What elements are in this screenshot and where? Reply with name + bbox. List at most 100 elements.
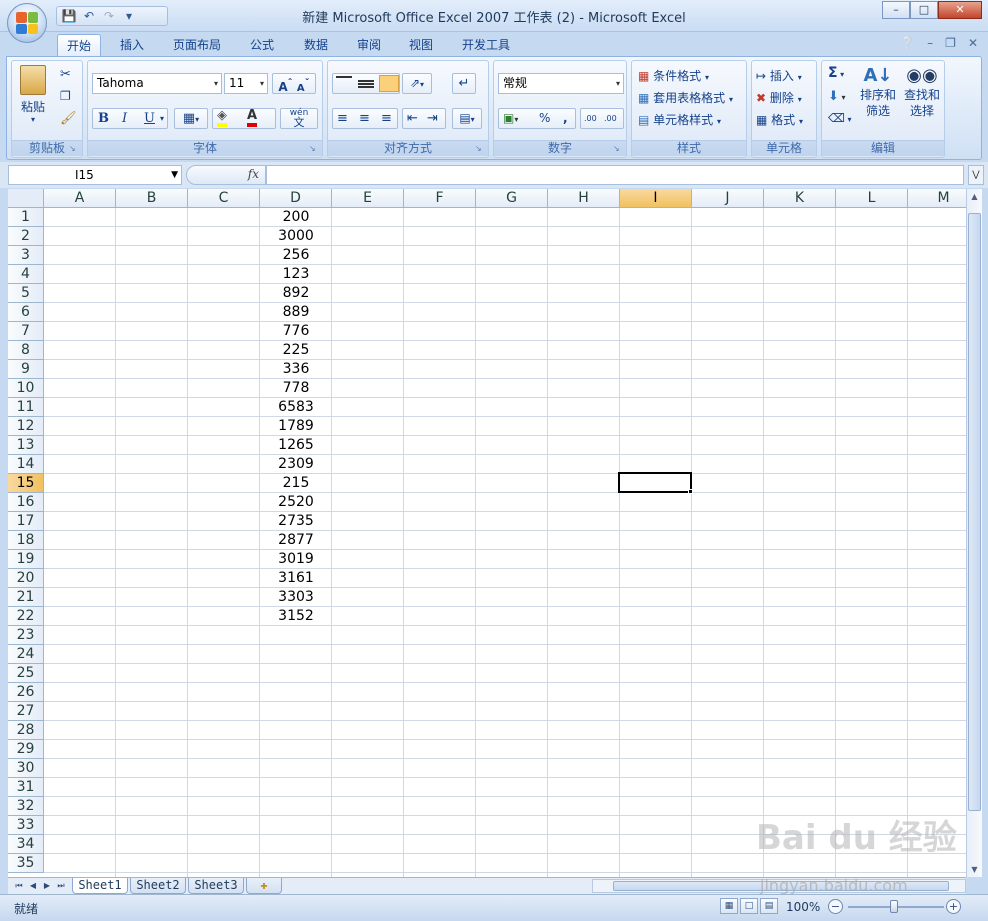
column-header[interactable]: C	[188, 189, 260, 208]
sheet-tab-sheet1[interactable]: Sheet1	[72, 878, 128, 894]
alignment-launcher-icon[interactable]: ↘	[475, 144, 485, 154]
cut-icon[interactable]: ✂	[60, 67, 71, 82]
zoom-in-icon[interactable]: +	[946, 899, 961, 914]
cell-d5[interactable]: 892	[260, 284, 332, 303]
format-cells-button[interactable]: ▦ 格式 ▾	[756, 111, 803, 128]
office-button[interactable]	[7, 3, 47, 43]
row-header[interactable]: 17	[8, 512, 44, 531]
row-header[interactable]: 19	[8, 550, 44, 569]
row-header[interactable]: 12	[8, 417, 44, 436]
underline-button[interactable]: U	[144, 109, 155, 128]
cell-d6[interactable]: 889	[260, 303, 332, 322]
font-launcher-icon[interactable]: ↘	[309, 144, 319, 154]
insert-sheet-icon[interactable]: ✚	[246, 878, 282, 894]
cell-d8[interactable]: 225	[260, 341, 332, 360]
shrink-font-icon[interactable]: A	[297, 83, 305, 94]
align-left-icon[interactable]: ≡	[337, 109, 348, 128]
cell-d14[interactable]: 2309	[260, 455, 332, 474]
cell-d15[interactable]: 215	[260, 474, 332, 493]
comma-style-button[interactable]: ,	[563, 109, 568, 128]
row-header[interactable]: 6	[8, 303, 44, 322]
borders-button[interactable]: ▦▾	[174, 108, 208, 129]
accounting-format-icon[interactable]: ▣▾	[503, 109, 518, 129]
scroll-down-icon[interactable]: ▼	[967, 862, 982, 877]
increase-decimal-icon[interactable]: .00	[584, 109, 597, 128]
cell-d12[interactable]: 1789	[260, 417, 332, 436]
normal-view-icon[interactable]: ▦	[720, 898, 738, 914]
font-size-select[interactable]: 11 ▾	[224, 73, 268, 94]
dialog-launcher-icon[interactable]: ↘	[69, 144, 79, 154]
row-header[interactable]: 15	[8, 474, 44, 493]
cell-d10[interactable]: 778	[260, 379, 332, 398]
last-sheet-icon[interactable]: ⏭	[54, 879, 68, 893]
row-header[interactable]: 30	[8, 759, 44, 778]
sort-filter-button[interactable]: A↓ 排序和筛选	[858, 65, 898, 119]
column-header[interactable]: D	[260, 189, 332, 208]
page-layout-view-icon[interactable]: □	[740, 898, 758, 914]
font-grow-shrink-buttons[interactable]: Aˆ Aˇ	[272, 73, 316, 94]
tab-developer[interactable]: 开发工具	[453, 34, 519, 56]
cell-d22[interactable]: 3152	[260, 607, 332, 626]
cell-d11[interactable]: 6583	[260, 398, 332, 417]
insert-cells-button[interactable]: ↦ 插入 ▾	[756, 67, 802, 84]
row-header[interactable]: 25	[8, 664, 44, 683]
cell-d9[interactable]: 336	[260, 360, 332, 379]
maximize-button[interactable]: □	[910, 1, 938, 19]
row-header[interactable]: 23	[8, 626, 44, 645]
row-header[interactable]: 29	[8, 740, 44, 759]
cell-d4[interactable]: 123	[260, 265, 332, 284]
font-color-icon[interactable]: A	[247, 109, 258, 127]
cell-d21[interactable]: 3303	[260, 588, 332, 607]
row-header[interactable]: 10	[8, 379, 44, 398]
row-header[interactable]: 11	[8, 398, 44, 417]
row-header[interactable]: 5	[8, 284, 44, 303]
copy-icon[interactable]: ❐	[60, 89, 71, 103]
fill-color-icon[interactable]: ◈	[217, 109, 227, 127]
increase-indent-icon[interactable]: ⇥	[427, 109, 438, 128]
cell-d18[interactable]: 2877	[260, 531, 332, 550]
column-header[interactable]: B	[116, 189, 188, 208]
cell-d20[interactable]: 3161	[260, 569, 332, 588]
decrease-indent-icon[interactable]: ⇤	[407, 109, 418, 128]
row-header[interactable]: 18	[8, 531, 44, 550]
cell-d7[interactable]: 776	[260, 322, 332, 341]
row-header[interactable]: 7	[8, 322, 44, 341]
tab-home[interactable]: 开始	[57, 34, 101, 56]
align-top-icon[interactable]	[336, 76, 352, 90]
zoom-out-icon[interactable]: −	[828, 899, 843, 914]
vertical-scroll-thumb[interactable]	[968, 213, 981, 811]
cell-d13[interactable]: 1265	[260, 436, 332, 455]
page-break-view-icon[interactable]: ▤	[760, 898, 778, 914]
row-header[interactable]: 33	[8, 816, 44, 835]
row-header[interactable]: 16	[8, 493, 44, 512]
close-button[interactable]: ✕	[938, 1, 982, 19]
row-header[interactable]: 9	[8, 360, 44, 379]
tab-review[interactable]: 审阅	[347, 34, 391, 56]
column-header[interactable]: M	[908, 189, 966, 208]
ribbon-minimize-icon[interactable]: –	[927, 36, 933, 50]
first-sheet-icon[interactable]: ⏮	[12, 879, 26, 893]
tab-formulas[interactable]: 公式	[240, 34, 284, 56]
row-header[interactable]: 32	[8, 797, 44, 816]
worksheet-grid[interactable]: A B C D E F G H I J K L M 1 2 3 4 5 6 7 8 9 10 11 12 13 14 15 16 17 18…	[8, 189, 966, 877]
fill-handle[interactable]	[688, 489, 693, 494]
clear-button[interactable]: ⌫ ▾	[828, 111, 852, 125]
cell-styles-button[interactable]: ▤ 单元格样式 ▾	[638, 111, 721, 128]
row-header[interactable]: 28	[8, 721, 44, 740]
align-bottom-icon[interactable]	[379, 75, 399, 92]
column-header[interactable]: I	[620, 189, 692, 208]
name-box-dropdown-icon[interactable]: ▼	[171, 166, 178, 184]
column-header[interactable]: J	[692, 189, 764, 208]
grow-font-icon[interactable]: A	[278, 80, 287, 94]
column-header[interactable]: G	[476, 189, 548, 208]
row-header[interactable]: 8	[8, 341, 44, 360]
name-box[interactable]: I15 ▼	[8, 165, 182, 185]
tab-page-layout[interactable]: 页面布局	[164, 34, 230, 56]
row-header[interactable]: 21	[8, 588, 44, 607]
row-header[interactable]: 2	[8, 227, 44, 246]
number-format-select[interactable]: 常规 ▾	[498, 73, 624, 94]
column-header[interactable]: E	[332, 189, 404, 208]
vertical-scrollbar[interactable]: ▲ ▼	[966, 189, 982, 877]
insert-function-icon[interactable]: fx	[248, 167, 259, 181]
zoom-slider-thumb[interactable]	[890, 900, 898, 913]
